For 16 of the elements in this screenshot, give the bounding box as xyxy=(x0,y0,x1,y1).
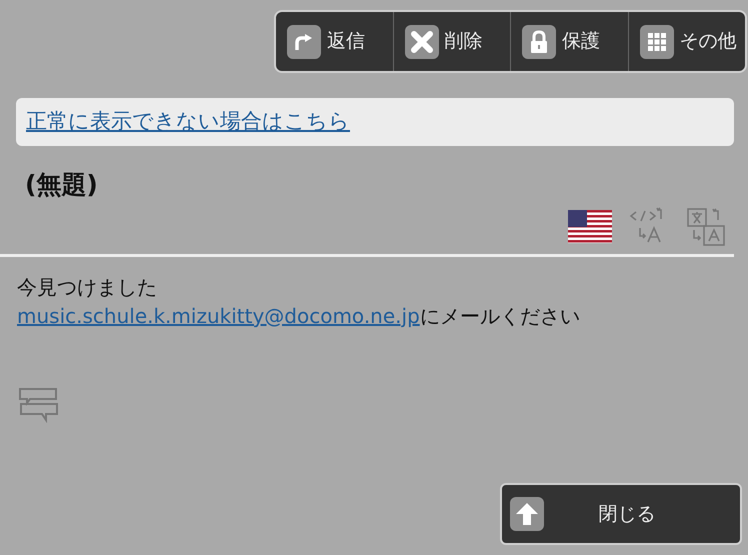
notice-link[interactable]: 正常に表示できない場合はこちら xyxy=(26,106,350,138)
lock-icon xyxy=(522,24,556,58)
toolbar-button[interactable]: 削除 xyxy=(394,12,511,71)
body-text: music.schule.k.mizukitty@docomo.ne.jpにメールください xyxy=(17,303,581,330)
flag-icon[interactable] xyxy=(568,210,612,242)
close-button[interactable]: 閉じる xyxy=(500,483,742,545)
translate-icon[interactable] xyxy=(686,206,728,246)
grid-icon xyxy=(640,24,674,58)
toolbar-button[interactable]: 返信 xyxy=(276,12,394,71)
toolbar-button[interactable]: 保護 xyxy=(511,12,628,71)
subject-title: (無題) xyxy=(25,169,99,201)
reply-icon xyxy=(287,24,321,58)
close-icon xyxy=(404,24,438,58)
toolbar-button[interactable]: その他 xyxy=(628,12,745,71)
chat-bubbles-icon xyxy=(18,387,60,423)
body-text: 今見つけました xyxy=(17,274,158,301)
